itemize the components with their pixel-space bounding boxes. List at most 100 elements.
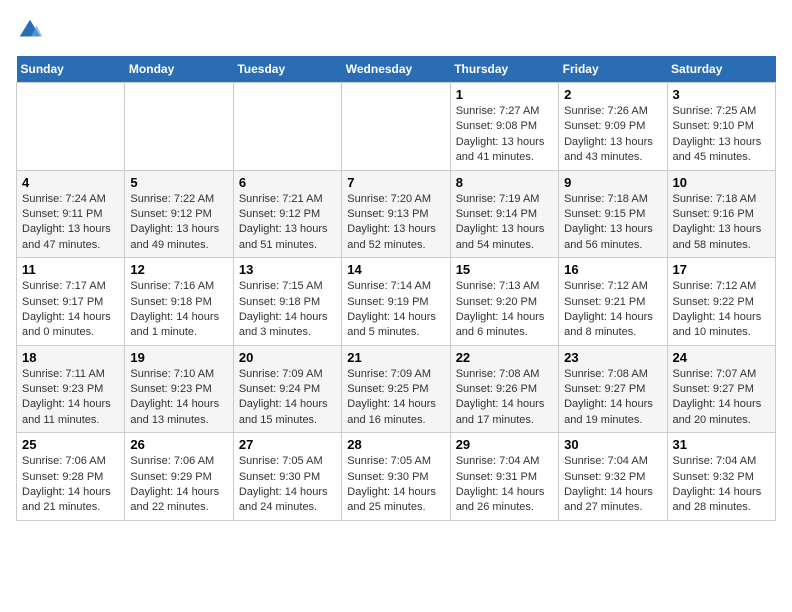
calendar-cell: 13Sunrise: 7:15 AM Sunset: 9:18 PM Dayli… <box>233 258 341 346</box>
day-number: 18 <box>22 350 119 365</box>
day-info: Sunrise: 7:08 AM Sunset: 9:27 PM Dayligh… <box>564 367 661 429</box>
day-number: 20 <box>239 350 336 365</box>
calendar-cell: 30Sunrise: 7:04 AM Sunset: 9:32 PM Dayli… <box>559 433 667 521</box>
calendar-table: SundayMondayTuesdayWednesdayThursdayFrid… <box>16 56 776 521</box>
calendar-cell: 21 Sunrise: 7:09 AM Sunset: 9:25 PM Dayli… <box>342 345 450 433</box>
day-number: 8 <box>456 175 553 190</box>
day-number: 7 <box>347 175 444 190</box>
day-number: 2 <box>564 87 661 102</box>
page-header <box>16 16 776 44</box>
calendar-cell: 19 Sunrise: 7:10 AM Sunset: 9:23 PM Dayli… <box>125 345 233 433</box>
day-number: 22 <box>456 350 553 365</box>
calendar-cell: 1 Sunrise: 7:27 AM Sunset: 9:08 PM Daylig… <box>450 83 558 171</box>
calendar-body: 1 Sunrise: 7:27 AM Sunset: 9:08 PM Daylig… <box>17 83 776 521</box>
day-info: Sunrise: 7:11 AM Sunset: 9:23 PM Dayligh… <box>22 367 119 429</box>
day-info: Sunrise: 7:09 AM Sunset: 9:25 PM Dayligh… <box>347 367 444 429</box>
day-of-week-header: Saturday <box>667 56 775 83</box>
day-of-week-header: Thursday <box>450 56 558 83</box>
calendar-cell: 25 Sunrise: 7:06 AM Sunset: 9:28 PM Dayli… <box>17 433 125 521</box>
day-number: 9 <box>564 175 661 190</box>
calendar-cell: 18 Sunrise: 7:11 AM Sunset: 9:23 PM Dayli… <box>17 345 125 433</box>
day-number: 27 <box>239 437 336 452</box>
day-number: 16 <box>564 262 661 277</box>
day-info: Sunrise: 7:13 AM Sunset: 9:20 PM Dayligh… <box>456 279 553 341</box>
day-number: 19 <box>130 350 227 365</box>
day-of-week-header: Wednesday <box>342 56 450 83</box>
calendar-cell: 24 Sunrise: 7:07 AM Sunset: 9:27 PM Dayli… <box>667 345 775 433</box>
logo <box>16 16 48 44</box>
day-number: 13 <box>239 262 336 277</box>
day-number: 11 <box>22 262 119 277</box>
day-info: Sunrise: 7:18 AM Sunset: 9:16 PM Dayligh… <box>673 192 770 254</box>
calendar-cell: 15 Sunrise: 7:13 AM Sunset: 9:20 PM Dayli… <box>450 258 558 346</box>
calendar-cell: 22 Sunrise: 7:08 AM Sunset: 9:26 PM Dayli… <box>450 345 558 433</box>
day-number: 21 <box>347 350 444 365</box>
day-info: Sunrise: 7:05 AM Sunset: 9:30 PM Dayligh… <box>347 454 444 516</box>
day-number: 15 <box>456 262 553 277</box>
day-number: 6 <box>239 175 336 190</box>
calendar-cell: 20Sunrise: 7:09 AM Sunset: 9:24 PM Dayli… <box>233 345 341 433</box>
day-info: Sunrise: 7:16 AM Sunset: 9:18 PM Dayligh… <box>130 279 227 341</box>
day-info: Sunrise: 7:04 AM Sunset: 9:32 PM Dayligh… <box>673 454 770 516</box>
calendar-cell: 11Sunrise: 7:17 AM Sunset: 9:17 PM Dayli… <box>17 258 125 346</box>
day-number: 3 <box>673 87 770 102</box>
calendar-cell: 2Sunrise: 7:26 AM Sunset: 9:09 PM Daylig… <box>559 83 667 171</box>
calendar-cell: 26 Sunrise: 7:06 AM Sunset: 9:29 PM Dayli… <box>125 433 233 521</box>
calendar-week-row: 11Sunrise: 7:17 AM Sunset: 9:17 PM Dayli… <box>17 258 776 346</box>
calendar-cell: 16 Sunrise: 7:12 AM Sunset: 9:21 PM Dayli… <box>559 258 667 346</box>
day-info: Sunrise: 7:07 AM Sunset: 9:27 PM Dayligh… <box>673 367 770 429</box>
calendar-cell: 31 Sunrise: 7:04 AM Sunset: 9:32 PM Dayli… <box>667 433 775 521</box>
calendar-week-row: 1 Sunrise: 7:27 AM Sunset: 9:08 PM Daylig… <box>17 83 776 171</box>
day-info: Sunrise: 7:05 AM Sunset: 9:30 PM Dayligh… <box>239 454 336 516</box>
day-number: 4 <box>22 175 119 190</box>
day-number: 12 <box>130 262 227 277</box>
day-info: Sunrise: 7:04 AM Sunset: 9:31 PM Dayligh… <box>456 454 553 516</box>
day-number: 26 <box>130 437 227 452</box>
day-info: Sunrise: 7:21 AM Sunset: 9:12 PM Dayligh… <box>239 192 336 254</box>
day-number: 10 <box>673 175 770 190</box>
day-info: Sunrise: 7:06 AM Sunset: 9:28 PM Dayligh… <box>22 454 119 516</box>
days-of-week-row: SundayMondayTuesdayWednesdayThursdayFrid… <box>17 56 776 83</box>
day-number: 31 <box>673 437 770 452</box>
day-info: Sunrise: 7:25 AM Sunset: 9:10 PM Dayligh… <box>673 104 770 166</box>
calendar-cell <box>125 83 233 171</box>
logo-icon <box>16 16 44 44</box>
calendar-cell: 9Sunrise: 7:18 AM Sunset: 9:15 PM Daylig… <box>559 170 667 258</box>
calendar-cell: 3 Sunrise: 7:25 AM Sunset: 9:10 PM Daylig… <box>667 83 775 171</box>
day-number: 24 <box>673 350 770 365</box>
day-info: Sunrise: 7:12 AM Sunset: 9:21 PM Dayligh… <box>564 279 661 341</box>
day-number: 25 <box>22 437 119 452</box>
day-number: 28 <box>347 437 444 452</box>
calendar-cell: 23Sunrise: 7:08 AM Sunset: 9:27 PM Dayli… <box>559 345 667 433</box>
calendar-cell: 6 Sunrise: 7:21 AM Sunset: 9:12 PM Daylig… <box>233 170 341 258</box>
calendar-cell <box>17 83 125 171</box>
day-number: 29 <box>456 437 553 452</box>
day-of-week-header: Tuesday <box>233 56 341 83</box>
day-info: Sunrise: 7:20 AM Sunset: 9:13 PM Dayligh… <box>347 192 444 254</box>
day-number: 1 <box>456 87 553 102</box>
day-info: Sunrise: 7:10 AM Sunset: 9:23 PM Dayligh… <box>130 367 227 429</box>
calendar-cell: 28 Sunrise: 7:05 AM Sunset: 9:30 PM Dayli… <box>342 433 450 521</box>
day-info: Sunrise: 7:19 AM Sunset: 9:14 PM Dayligh… <box>456 192 553 254</box>
day-info: Sunrise: 7:27 AM Sunset: 9:08 PM Dayligh… <box>456 104 553 166</box>
calendar-cell: 27 Sunrise: 7:05 AM Sunset: 9:30 PM Dayli… <box>233 433 341 521</box>
calendar-cell: 4Sunrise: 7:24 AM Sunset: 9:11 PM Daylig… <box>17 170 125 258</box>
calendar-cell: 17 Sunrise: 7:12 AM Sunset: 9:22 PM Dayli… <box>667 258 775 346</box>
day-info: Sunrise: 7:12 AM Sunset: 9:22 PM Dayligh… <box>673 279 770 341</box>
day-info: Sunrise: 7:04 AM Sunset: 9:32 PM Dayligh… <box>564 454 661 516</box>
day-number: 17 <box>673 262 770 277</box>
calendar-cell: 8 Sunrise: 7:19 AM Sunset: 9:14 PM Daylig… <box>450 170 558 258</box>
calendar-header: SundayMondayTuesdayWednesdayThursdayFrid… <box>17 56 776 83</box>
calendar-week-row: 4Sunrise: 7:24 AM Sunset: 9:11 PM Daylig… <box>17 170 776 258</box>
day-info: Sunrise: 7:08 AM Sunset: 9:26 PM Dayligh… <box>456 367 553 429</box>
calendar-cell <box>342 83 450 171</box>
calendar-week-row: 25 Sunrise: 7:06 AM Sunset: 9:28 PM Dayli… <box>17 433 776 521</box>
day-info: Sunrise: 7:22 AM Sunset: 9:12 PM Dayligh… <box>130 192 227 254</box>
day-of-week-header: Friday <box>559 56 667 83</box>
calendar-cell: 12 Sunrise: 7:16 AM Sunset: 9:18 PM Dayli… <box>125 258 233 346</box>
calendar-cell: 7 Sunrise: 7:20 AM Sunset: 9:13 PM Daylig… <box>342 170 450 258</box>
day-info: Sunrise: 7:06 AM Sunset: 9:29 PM Dayligh… <box>130 454 227 516</box>
day-info: Sunrise: 7:14 AM Sunset: 9:19 PM Dayligh… <box>347 279 444 341</box>
day-of-week-header: Sunday <box>17 56 125 83</box>
calendar-cell <box>233 83 341 171</box>
